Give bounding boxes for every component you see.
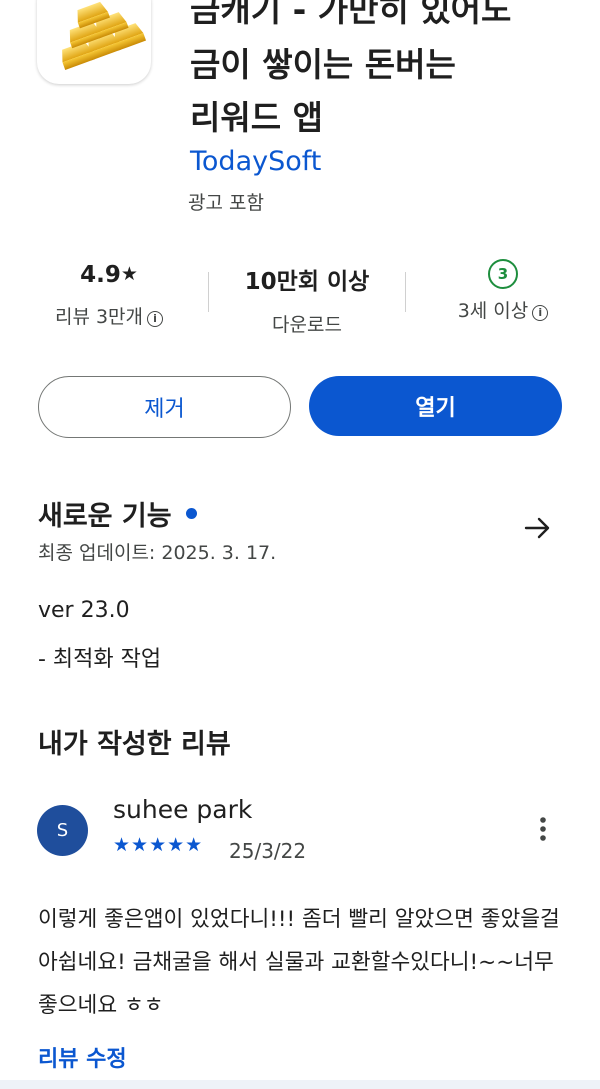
reviews-count-label: 리뷰 3만개 bbox=[54, 306, 144, 328]
info-icon: i bbox=[147, 311, 164, 327]
rating-stat[interactable]: 4.9★ 리뷰 3만개 i bbox=[24, 262, 194, 329]
arrow-right-icon[interactable] bbox=[523, 513, 553, 543]
app-title-line-2: 금이 쌓이는 돈버는 bbox=[190, 45, 456, 84]
gold-bars-icon bbox=[62, 1, 147, 70]
rating-value: 4.9 bbox=[80, 262, 121, 288]
uninstall-button[interactable]: 제거 bbox=[38, 376, 291, 438]
age-rating-label: 3세 이상 bbox=[457, 300, 529, 322]
review-text: 이렇게 좋은앱이 있었다니!!! 좀더 빨리 알았으면 좋았을걸 아쉽네요! 금… bbox=[38, 907, 560, 1018]
developer-link[interactable]: TodaySoft bbox=[190, 146, 321, 177]
downloads-value: 10만회 이상 bbox=[244, 269, 370, 295]
app-title-line-3: 리워드 앱 bbox=[190, 98, 323, 137]
age-rating-stat[interactable]: 3 3세 이상 i bbox=[418, 259, 588, 323]
new-indicator-dot bbox=[185, 508, 197, 519]
open-button[interactable]: 열기 bbox=[309, 376, 562, 436]
more-vert-icon[interactable] bbox=[530, 814, 556, 844]
whats-new-title: 새로운 기능 bbox=[38, 501, 172, 532]
rating-star-icon: ★ bbox=[120, 263, 138, 285]
stat-divider bbox=[208, 272, 209, 312]
bottom-strip bbox=[0, 1080, 600, 1089]
app-title-line-1: 금캐기 - 가만히 있어도 bbox=[190, 0, 512, 29]
release-note: ver 23.0 bbox=[38, 598, 130, 623]
downloads-label: 다운로드 bbox=[272, 314, 342, 336]
downloads-stat: 10만회 이상 다운로드 bbox=[218, 262, 396, 337]
review-date: 25/3/22 bbox=[229, 839, 307, 863]
app-icon bbox=[37, 0, 151, 84]
ads-label: 광고 포함 bbox=[188, 192, 264, 214]
avatar: S bbox=[37, 805, 88, 856]
release-note: - 최적화 작업 bbox=[38, 647, 162, 672]
edit-review-link[interactable]: 리뷰 수정 bbox=[38, 1041, 127, 1073]
info-icon: i bbox=[532, 305, 549, 321]
whats-new-header[interactable]: 새로운 기능 bbox=[38, 494, 197, 533]
review-stars: ★★★★★ bbox=[113, 834, 204, 856]
stat-divider bbox=[405, 272, 406, 312]
age-rating-badge: 3 bbox=[488, 259, 518, 289]
reviewer-name: suhee park bbox=[113, 795, 253, 824]
last-updated: 최종 업데이트: 2025. 3. 17. bbox=[38, 542, 277, 564]
my-review-title: 내가 작성한 리뷰 bbox=[38, 729, 231, 760]
